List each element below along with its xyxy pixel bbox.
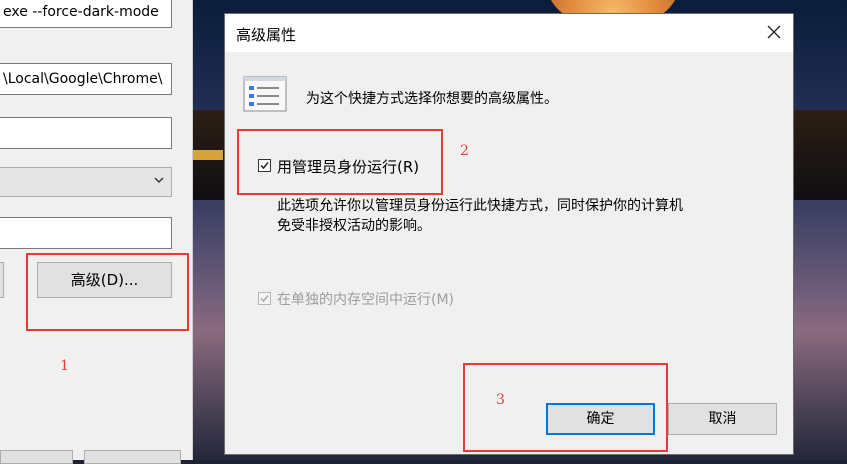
annotation-number-1: 1 [60,358,69,374]
separate-memory-label: 在单独的内存空间中运行(M) [277,292,455,308]
target-field[interactable]: exe --force-dark-mode [0,0,172,28]
shortcut-key-field[interactable] [0,117,172,149]
chevron-down-icon [153,174,165,190]
cancel-button[interactable]: 取消 [668,403,777,435]
comment-field[interactable] [0,217,172,249]
checkmark-icon [260,295,269,303]
close-icon[interactable] [767,25,781,39]
open-location-button[interactable] [0,262,4,298]
annotation-number-3: 3 [496,392,505,408]
target-value: exe --force-dark-mode [3,4,159,20]
start-in-field[interactable]: \Local\Google\Chrome\ [0,63,172,95]
dialog-title: 高级属性 [236,26,297,44]
annotation-number-2: 2 [460,143,469,159]
annotation-box-3 [463,363,668,452]
annotation-box-1 [26,253,189,331]
annotation-box-2 [237,129,443,195]
separate-memory-checkbox [258,292,271,305]
info-line-1: 此选项允许你以管理员身份运行此快捷方式，同时保护你的计算机 [277,198,683,214]
wallpaper-light [193,150,223,160]
checklist-settings-icon [243,76,287,116]
dialog-titlebar[interactable]: 高级属性 [225,14,793,52]
bottom-button-left[interactable] [0,450,73,464]
start-in-value: \Local\Google\Chrome\ [3,71,163,87]
run-as-admin-info: 此选项允许你以管理员身份运行此快捷方式，同时保护你的计算机 免受非授权活动的影响… [277,196,683,236]
run-select[interactable] [0,167,172,197]
dialog-description: 为这个快捷方式选择你想要的高级属性。 [306,91,558,107]
bottom-button-right[interactable] [84,450,181,464]
info-line-2: 免受非授权活动的影响。 [277,218,431,234]
properties-window: exe --force-dark-mode \Local\Google\Chro… [0,0,193,464]
